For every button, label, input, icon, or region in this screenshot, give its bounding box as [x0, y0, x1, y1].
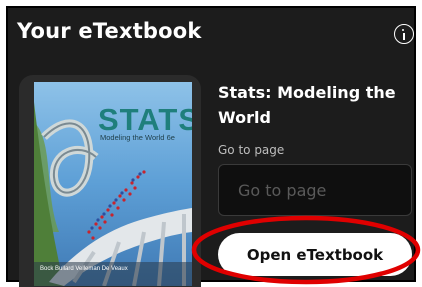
go-to-page-input[interactable]: [218, 164, 412, 216]
panel-title: Your eTextbook: [17, 19, 202, 43]
book-cover[interactable]: STATS Modeling the World 6e Bock Bullard…: [34, 82, 192, 286]
book-title: Stats: Modeling the World: [218, 83, 396, 127]
go-to-page-label: Go to page: [218, 143, 285, 157]
cover-authors: Bock Bullard Velleman De Veaux: [40, 266, 128, 272]
open-etextbook-button[interactable]: Open eTextbook: [218, 233, 412, 276]
info-icon[interactable]: [394, 24, 414, 44]
cover-subtitle: Modeling the World 6e: [100, 133, 175, 142]
